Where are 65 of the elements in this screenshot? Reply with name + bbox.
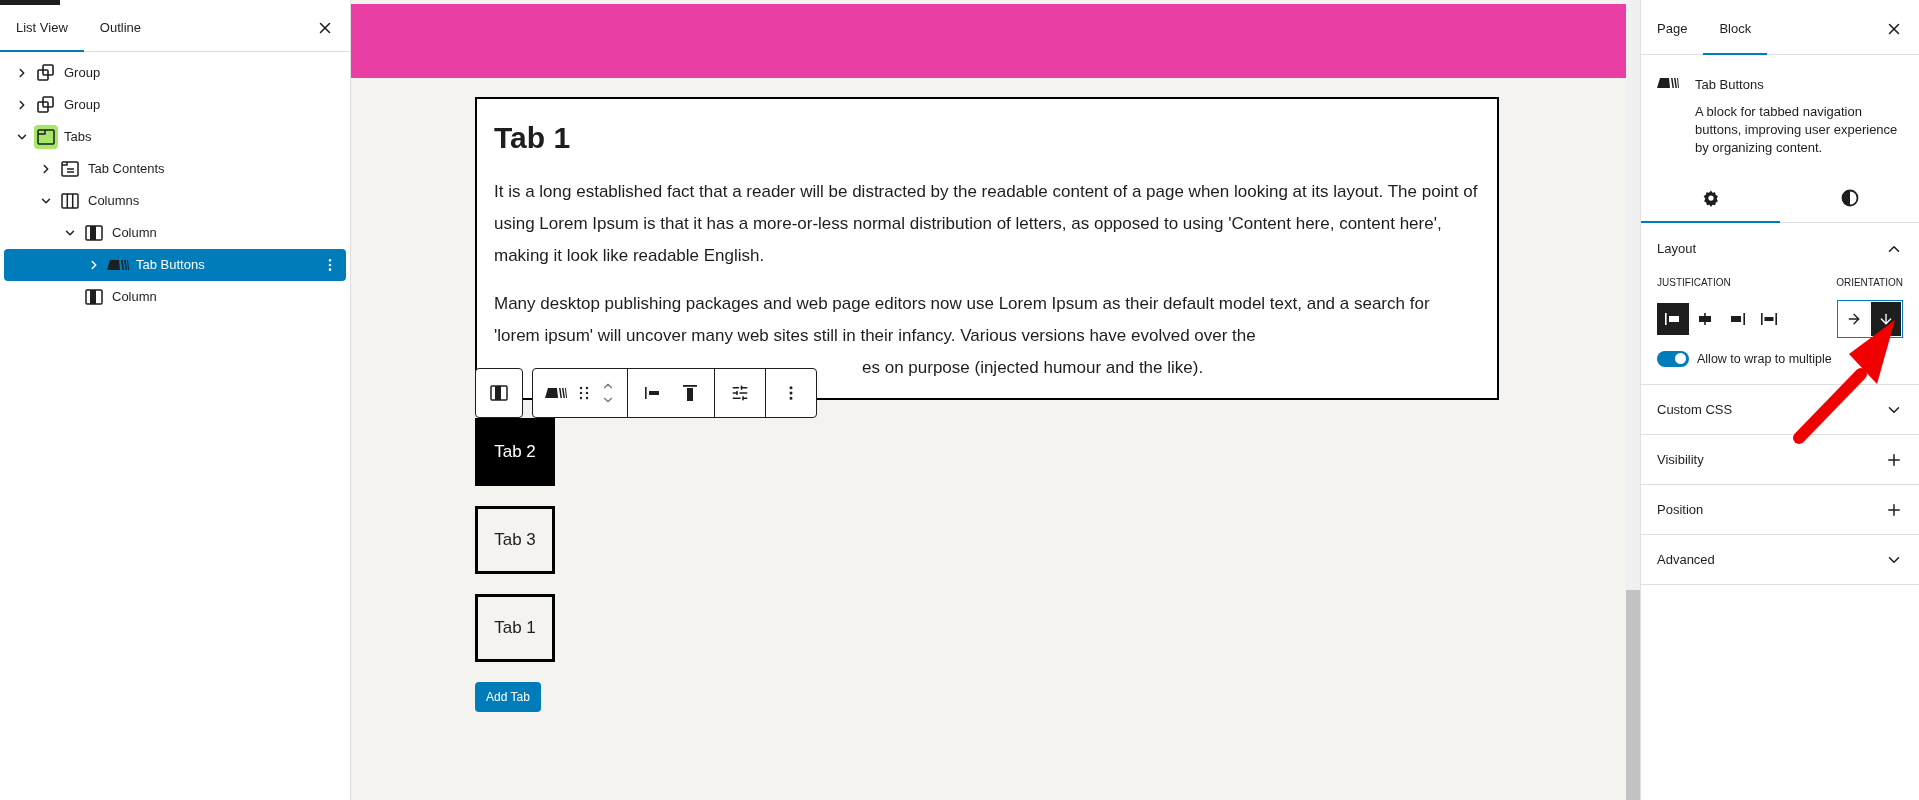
folder-icon: [61, 161, 79, 177]
section-title: Position: [1657, 501, 1704, 519]
tab-buttons-icon: [545, 388, 567, 398]
paragraph: It is a long established fact that a reader will be distracted by the readable content of a page when looking at its layout. The point of using Lorem Ipsum is that it has a more-or-less normal distribution of letters, as opposed to using 'Content here, content here', making it look like readable English.: [494, 181, 1479, 267]
tree-item[interactable]: Column: [4, 281, 346, 313]
tree-item[interactable]: Group: [4, 89, 346, 121]
tree-item-label: Group: [64, 64, 102, 83]
drag-handle-icon[interactable]: [579, 386, 589, 400]
panel-tab[interactable]: Outline: [83, 5, 157, 51]
group-icon: [37, 64, 55, 82]
tree-item[interactable]: Tab Contents: [4, 153, 346, 185]
column-icon: [85, 225, 103, 241]
field-label: JUSTIFICATION: [1657, 275, 1731, 290]
justify-center-icon: [1696, 311, 1714, 326]
settings-sliders-icon[interactable]: [731, 384, 749, 402]
contrast-icon: [1840, 189, 1859, 207]
section-title: Advanced: [1657, 551, 1715, 569]
tree-item-label: Columns: [88, 192, 141, 211]
tree-item-label: Group: [64, 96, 102, 115]
field-label: ORIENTATION: [1836, 275, 1903, 290]
scrollbar[interactable]: [1626, 0, 1640, 800]
settings-icon: [1701, 188, 1720, 207]
tree-item[interactable]: Group: [4, 57, 346, 89]
section-title[interactable]: Layout: [1657, 238, 1697, 259]
tree-item[interactable]: Tabs: [4, 121, 346, 153]
columns-icon: [61, 193, 79, 209]
panel-tab[interactable]: List View: [0, 5, 84, 52]
group-icon: [37, 96, 55, 114]
tab-button[interactable]: Tab 1: [475, 594, 555, 662]
tab-buttons-icon: [1657, 78, 1679, 88]
panel-section[interactable]: Position: [1641, 485, 1919, 536]
add-tab-button[interactable]: Add Tab: [475, 682, 541, 712]
toggle-switch[interactable]: [1657, 350, 1689, 367]
tree-item-label: Tabs: [64, 128, 93, 147]
space-between-icon: [1760, 311, 1778, 326]
block-title: Tab Buttons: [1695, 76, 1765, 94]
panel-section[interactable]: Custom CSS: [1641, 385, 1919, 436]
tree-item-label: Column: [112, 288, 158, 307]
tree-item-label: Column: [112, 224, 158, 243]
justify-left-icon: [1664, 311, 1682, 326]
section-title: Custom CSS: [1657, 401, 1733, 419]
paragraph-fragment: es on purpose (injected humour and the like).: [862, 358, 1204, 377]
panel-section[interactable]: Advanced: [1641, 535, 1919, 586]
panel-section[interactable]: Visibility: [1641, 435, 1919, 486]
tab-button[interactable]: Tab 3: [475, 506, 555, 574]
align-top-icon[interactable]: [682, 384, 698, 402]
sidebar-tab[interactable]: Page: [1641, 4, 1704, 54]
toggle-label: Allow to wrap to multiple: [1697, 350, 1832, 368]
folder-icon: [34, 125, 58, 149]
section-title: Visibility: [1657, 451, 1704, 469]
toolbar-button[interactable]: [475, 368, 523, 418]
tree-item-label: Tab Contents: [88, 160, 166, 179]
sidebar-tab[interactable]: Block: [1703, 4, 1768, 55]
justify-right-icon: [1728, 311, 1746, 326]
tree-item[interactable]: Columns: [4, 185, 346, 217]
heading: Tab 1: [494, 120, 572, 156]
tree-item-label: Tab Buttons: [136, 256, 206, 275]
tree-item[interactable]: Column: [4, 217, 346, 249]
column-icon: [85, 289, 103, 305]
tab-button[interactable]: Tab 2: [475, 418, 555, 486]
justify-option[interactable]: [1657, 302, 1689, 335]
tab-buttons-icon: [107, 260, 129, 270]
justify-left-icon[interactable]: [644, 386, 662, 400]
block-description: A block for tabbed navigation buttons, improving user experience by organizing content.: [1695, 102, 1899, 157]
column-icon: [490, 385, 508, 401]
